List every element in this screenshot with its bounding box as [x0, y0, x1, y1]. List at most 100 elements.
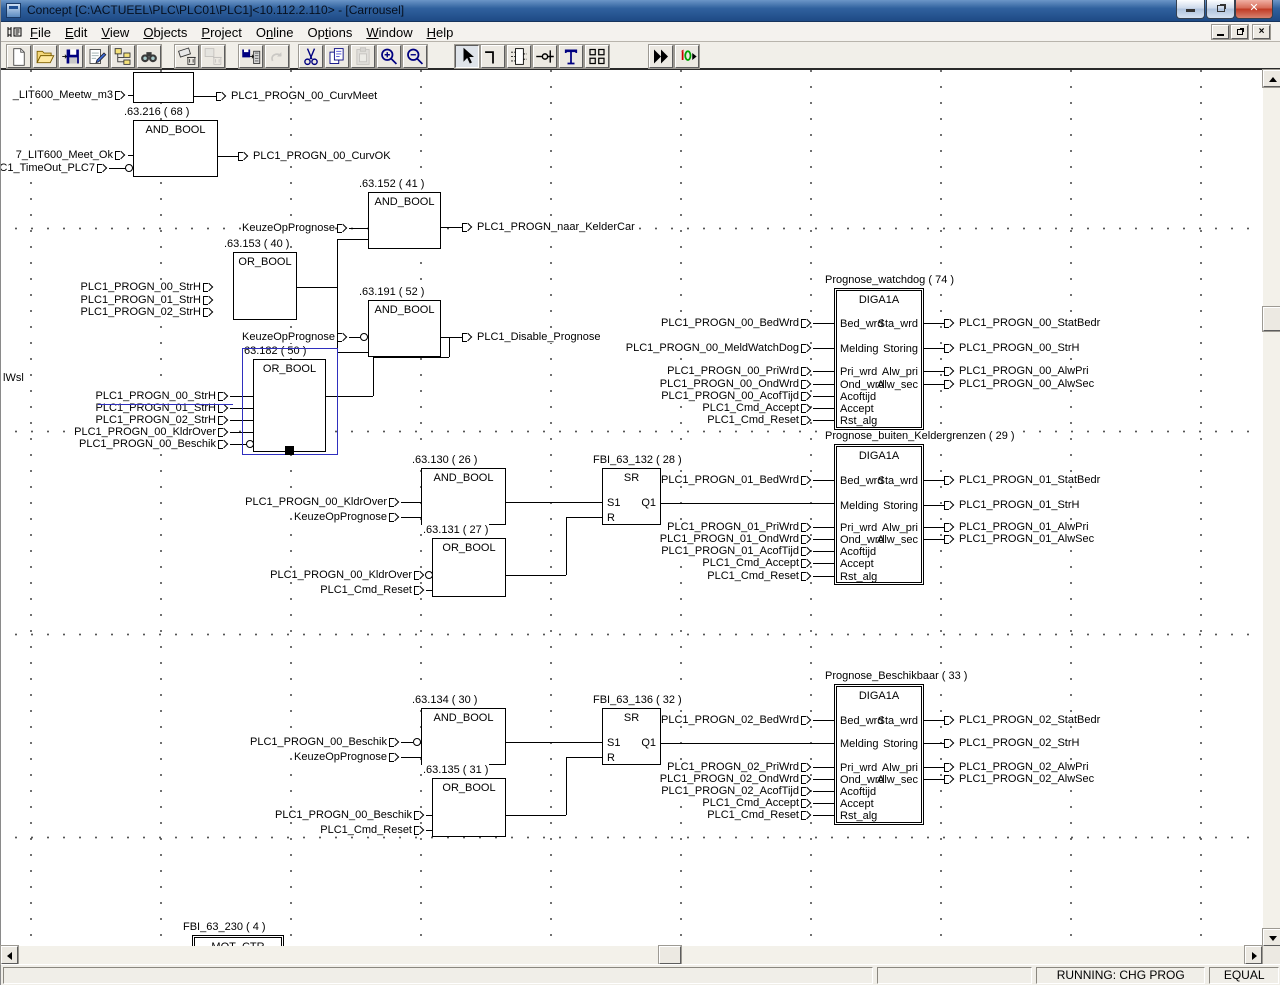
input-variable[interactable]: PLC1_Cmd_Reset [320, 584, 412, 596]
selection-handle[interactable] [285, 446, 294, 455]
input-variable[interactable]: PLC1_PROGN_02_StrH [96, 414, 216, 426]
menu-file[interactable]: File [23, 24, 58, 41]
block-sr-132[interactable]: SRS1RQ1 [602, 468, 661, 525]
block-and-216[interactable]: AND_BOOL [133, 120, 218, 177]
block-diga-74[interactable]: DIGA1ABed_wrdMeldingPri_wrdOnd_wrdAcofti… [834, 288, 924, 430]
scroll-left-button[interactable] [1, 946, 18, 964]
input-variable[interactable]: PLC1_PROGN_00_OndWrd [660, 378, 799, 390]
input-variable[interactable]: PLC1_PROGN_00_KldrOver [270, 569, 412, 581]
horizontal-scrollbar[interactable] [1, 946, 1263, 964]
connector-icon[interactable] [389, 513, 402, 522]
connector-icon[interactable] [944, 523, 957, 532]
align-button[interactable] [585, 45, 609, 68]
input-variable[interactable]: PLC1_Cmd_Accept [702, 402, 799, 414]
connector-icon[interactable] [801, 535, 814, 544]
connector-icon[interactable] [389, 498, 402, 507]
ffb-button[interactable] [507, 45, 531, 68]
connector-icon[interactable] [944, 716, 957, 725]
menu-view[interactable]: View [94, 24, 136, 41]
connector-icon[interactable] [218, 440, 231, 449]
connector-icon[interactable] [801, 547, 814, 556]
input-variable[interactable]: PLC1_Cmd_Reset [707, 570, 799, 582]
connector-icon[interactable] [801, 775, 814, 784]
block-or-135[interactable]: OR_BOOL [432, 778, 506, 837]
connector-icon[interactable] [944, 763, 957, 772]
menu-objects[interactable]: Objects [136, 24, 194, 41]
connector-icon[interactable] [216, 92, 229, 101]
input-variable[interactable]: PLC1_PROGN_00_StrH [96, 390, 216, 402]
connector-icon[interactable] [801, 787, 814, 796]
delete-trash-button[interactable] [201, 45, 225, 68]
output-variable[interactable]: PLC1_PROGN_02_StatBedr [959, 714, 1100, 726]
connector-icon[interactable] [389, 738, 402, 747]
minimize-button[interactable] [1176, 0, 1205, 19]
load-section-button[interactable] [239, 45, 263, 68]
connector-icon[interactable] [801, 380, 814, 389]
output-variable[interactable]: PLC1_PROGN_02_StrH [959, 737, 1079, 749]
input-variable[interactable]: PLC1_PROGN_02_BedWrd [661, 714, 799, 726]
paste-button[interactable] [351, 45, 375, 68]
input-variable[interactable]: 7_LIT600_Meet_Ok [16, 149, 113, 161]
menu-edit[interactable]: Edit [58, 24, 94, 41]
input-variable[interactable]: PLC1_PROGN_00_Beschik [275, 809, 412, 821]
input-variable[interactable]: PLC1_Cmd_Reset [320, 824, 412, 836]
connector-icon[interactable] [801, 319, 814, 328]
connector-icon[interactable] [462, 333, 475, 342]
connector-icon[interactable] [203, 283, 216, 292]
connector-icon[interactable] [801, 559, 814, 568]
connector-icon[interactable] [944, 344, 957, 353]
input-variable[interactable]: KeuzeOpPrognose [242, 222, 335, 234]
output-variable[interactable]: PLC1_PROGN_01_AlwPri [959, 521, 1089, 533]
output-variable[interactable]: PLC1_PROGN_01_AlwSec [959, 533, 1094, 545]
select-button[interactable] [455, 45, 479, 68]
connector-icon[interactable] [414, 586, 427, 595]
copy-button[interactable] [325, 45, 349, 68]
zoom-in-button[interactable] [377, 45, 401, 68]
output-variable[interactable]: PLC1_PROGN_naar_KelderCar [477, 221, 635, 233]
connector-icon[interactable] [944, 367, 957, 376]
input-variable[interactable]: PLC1_PROGN_02_StrH [81, 306, 201, 318]
input-variable[interactable]: PLC1_PROGN_00_Beschik [79, 438, 216, 450]
connector-icon[interactable] [801, 344, 814, 353]
scroll-right-button[interactable] [1245, 946, 1262, 964]
horizontal-scroll-thumb[interactable] [659, 946, 681, 964]
undo-button[interactable] [265, 45, 289, 68]
input-variable[interactable]: PLC1_PROGN_01_PriWrd [667, 521, 799, 533]
connector-icon[interactable] [218, 392, 231, 401]
output-variable[interactable]: PLC1_PROGN_00_StrH [959, 342, 1079, 354]
input-variable[interactable]: PLC1_PROGN_02_AcofTijd [661, 785, 799, 797]
input-variable[interactable]: _LIT600_Meetw_m3 [13, 89, 113, 101]
invert-button[interactable] [533, 45, 557, 68]
vertical-scrollbar[interactable] [1263, 70, 1280, 946]
input-variable[interactable]: PLC1_PROGN_02_OndWrd [660, 773, 799, 785]
input-variable[interactable]: C1_TimeOut_PLC7 [1, 162, 95, 174]
block-and-191[interactable]: AND_BOOL [368, 300, 441, 357]
close-button[interactable]: ✕ [1235, 0, 1273, 19]
input-variable[interactable]: KeuzeOpPrognose [294, 751, 387, 763]
connector-icon[interactable] [801, 404, 814, 413]
output-variable[interactable]: PLC1_PROGN_01_StatBedr [959, 474, 1100, 486]
scroll-up-button[interactable] [1263, 70, 1280, 87]
find-button[interactable] [137, 45, 161, 68]
connector-icon[interactable] [801, 572, 814, 581]
connector-icon[interactable] [238, 152, 251, 161]
scroll-down-button[interactable] [1263, 929, 1280, 946]
track-mode-button[interactable] [649, 45, 673, 68]
new-button[interactable] [7, 45, 31, 68]
menu-options[interactable]: Options [301, 24, 360, 41]
connector-icon[interactable] [944, 739, 957, 748]
input-variable[interactable]: PLC1_PROGN_01_BedWrd [661, 474, 799, 486]
block-and-130[interactable]: AND_BOOL [421, 468, 506, 525]
output-variable[interactable]: PLC1_PROGN_02_AlwPri [959, 761, 1089, 773]
input-variable[interactable]: PLC1_PROGN_00_AcofTijd [661, 390, 799, 402]
block-mot-ctr-230[interactable]: MOT_CTR [192, 935, 284, 946]
connector-icon[interactable] [801, 716, 814, 725]
block-sr-136[interactable]: SRS1RQ1 [602, 708, 661, 765]
connector-icon[interactable] [801, 392, 814, 401]
restore-button[interactable] [1206, 0, 1235, 19]
block-diga-33[interactable]: DIGA1ABed_wrdMeldingPri_wrdOnd_wrdAcofti… [834, 684, 924, 825]
title-bar[interactable]: Concept [C:\ACTUEEL\PLC\PLC01\PLC1]<10.1… [1, 0, 1280, 22]
zoom-out-button[interactable] [403, 45, 427, 68]
block-top-partial[interactable] [133, 72, 194, 103]
connector-icon[interactable] [97, 164, 110, 173]
